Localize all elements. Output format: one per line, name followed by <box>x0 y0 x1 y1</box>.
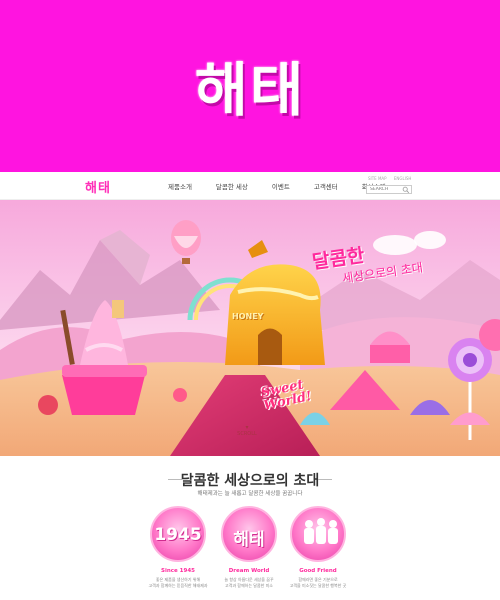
card-description: 함께라면 좋은 기분으로 고객을 미소짓는 달콤한 행복한 곳 <box>289 577 347 588</box>
intro-subtitle: 해태제과는 늘 새롭고 달콤한 세상을 꿈꿉니다 <box>197 491 303 497</box>
card-since-1945[interactable]: 1945 Since 1945 좋은 제품을 생산하기 위해 고객과 함께하는 … <box>148 506 208 588</box>
english-link[interactable]: ENGLISH <box>394 176 412 181</box>
nav-item-products[interactable]: 제품소개 <box>168 181 192 191</box>
honey-label: HONEY <box>232 312 264 321</box>
friends-icon <box>304 518 338 544</box>
utility-links: SITE MAP ENGLISH <box>368 176 417 181</box>
sitemap-link[interactable]: SITE MAP <box>368 176 387 181</box>
scroll-indicator[interactable]: ▾ SCROLL <box>232 424 262 437</box>
circle-image: 해태 <box>221 506 277 562</box>
nav-item-sweet-world[interactable]: 달콤한 세상 <box>216 181 248 191</box>
card-description: 좋은 제품을 생산하기 위해 고객과 함께하는 믿음직한 해태제과 <box>148 577 208 588</box>
brand-banner: 해태 <box>0 0 500 172</box>
nav-item-events[interactable]: 이벤트 <box>272 181 290 191</box>
hero-banner: 달콤한 세상으로의 초대 Sweet World! HONEY ▾ SCROLL <box>0 200 500 456</box>
intro-title: 달콤한 세상으로의 초대 <box>180 473 320 489</box>
brand-logo: 해태 <box>194 56 306 124</box>
candy-world-illustration <box>0 200 500 456</box>
circle-image: 1945 <box>150 506 206 562</box>
intro-section: 달콤한 세상으로의 초대 해태제과는 늘 새롭고 달콤한 세상을 꿈꿉니다 19… <box>0 456 500 600</box>
card-title: Since 1945 <box>161 568 195 574</box>
circle-text: 해태 <box>233 530 265 550</box>
top-navigation: 해태 제품소개 달콤한 세상 이벤트 고객센터 회사소개 SITE MAP EN… <box>0 172 500 200</box>
circle-image <box>290 506 346 562</box>
card-title: Dream World <box>228 568 270 574</box>
card-title: Good Friend <box>299 568 337 574</box>
search-icon[interactable] <box>402 186 410 194</box>
nav-logo[interactable]: 해태 <box>85 177 111 196</box>
card-good-friend[interactable]: Good Friend 함께라면 좋은 기분으로 고객을 미소짓는 달콤한 행복… <box>288 506 348 588</box>
title-divider-right <box>318 479 332 480</box>
card-description: 늘 항상 아름다운 세상을 꿈꾸 고객과 함께하는 달콤한 미소 <box>224 577 274 588</box>
chevron-down-icon: ▾ <box>245 424 249 431</box>
nav-item-customer-center[interactable]: 고객센터 <box>314 181 338 191</box>
card-dream-world[interactable]: 해태 Dream World 늘 항상 아름다운 세상을 꿈꾸 고객과 함께하는… <box>219 506 279 588</box>
circle-text: 1945 <box>154 525 202 545</box>
